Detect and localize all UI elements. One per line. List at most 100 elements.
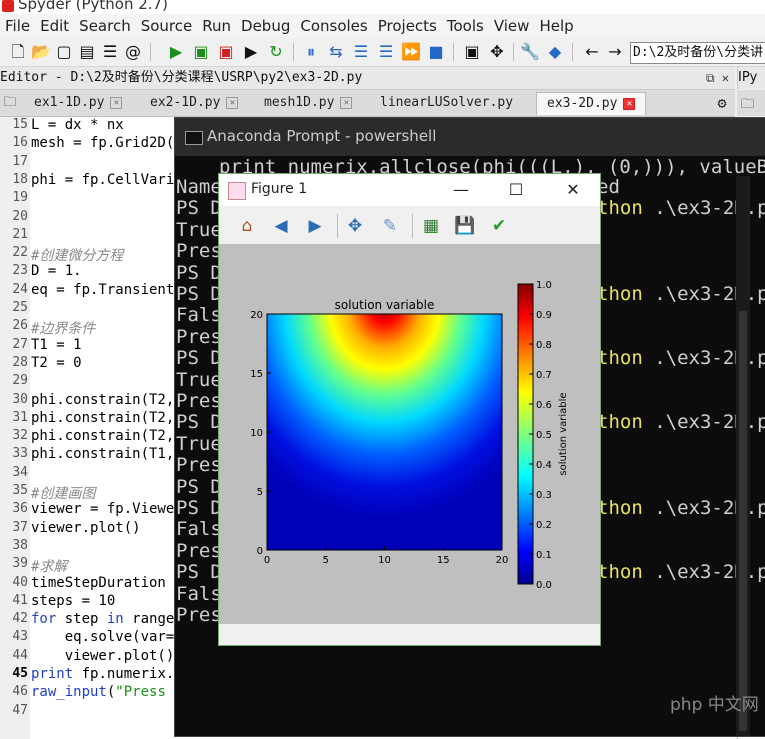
colorbar-tick-label: 0.2 xyxy=(536,520,552,531)
save-figure-icon[interactable]: 💾 xyxy=(454,215,476,237)
ipython-tab-bar: 🗀 xyxy=(737,90,765,116)
line-number: 25 xyxy=(12,300,28,315)
close-icon[interactable]: ✕ xyxy=(110,96,123,109)
x-tick-label: 15 xyxy=(437,555,450,566)
menu-item-help[interactable]: Help xyxy=(534,14,578,38)
menu-item-edit[interactable]: Edit xyxy=(35,14,74,38)
menu-item-run[interactable]: Run xyxy=(197,14,236,38)
scrollbar-thumb[interactable] xyxy=(739,311,747,731)
tab-ex2-1d[interactable]: ex2-1D.py ✕ xyxy=(150,92,239,114)
ipython-title-text: IPy xyxy=(738,70,758,85)
working-directory-input[interactable]: D:\2及时备份\分类讲 xyxy=(630,42,765,64)
close-icon[interactable]: ✕ xyxy=(623,97,636,110)
close-icon[interactable]: ✕ xyxy=(340,96,353,109)
new-file-icon[interactable]: 🗋 xyxy=(8,42,28,62)
menu-item-file[interactable]: File xyxy=(0,14,35,38)
line-number: 32 xyxy=(12,428,28,444)
console-line: PS D xyxy=(176,197,222,220)
pan-icon[interactable]: ✥ xyxy=(344,215,366,237)
colorbar-tick-label: 0.9 xyxy=(536,310,552,321)
forward-arrow-icon[interactable]: → xyxy=(605,42,625,62)
tab-linearlusolver[interactable]: linearLUSolver.py xyxy=(380,92,513,114)
code-line: steps = 10 xyxy=(31,592,116,609)
console-scrollbar[interactable] xyxy=(736,176,750,736)
run-cell-icon[interactable]: ▣ xyxy=(191,42,211,62)
folder-icon[interactable]: 🗀 xyxy=(741,95,754,117)
zoom-icon[interactable]: ✎ xyxy=(379,215,401,237)
console-line: PS D xyxy=(176,561,222,584)
menu-item-search[interactable]: Search xyxy=(74,14,136,38)
heatmap-plot[interactable]: solution variable 0 5 10 15 20 0 5 10 15 20 0.0 0.1 0… xyxy=(219,244,600,624)
line-number: 41 xyxy=(12,592,28,608)
preferences-icon[interactable]: 🔧 xyxy=(520,42,540,62)
colorbar-label: solution variable xyxy=(558,392,569,475)
back-arrow-icon[interactable]: ← xyxy=(582,42,602,62)
continue-icon[interactable]: ⏩ xyxy=(401,42,421,62)
forward-icon[interactable]: ▶ xyxy=(304,215,326,237)
minimize-icon[interactable]: — xyxy=(447,178,475,202)
save-icon[interactable]: ▢ xyxy=(54,42,74,62)
tab-label: mesh1D.py xyxy=(264,95,335,110)
step-into-icon[interactable]: ☰ xyxy=(351,42,371,62)
console-line: Pres xyxy=(176,539,222,562)
python-path-icon[interactable]: ◆ xyxy=(545,42,565,62)
line-number: 29 xyxy=(12,373,28,389)
menu-item-tools[interactable]: Tools xyxy=(442,14,489,38)
figure-canvas[interactable]: solution variable 0 5 10 15 20 0 5 10 15 20 0.0 0.1 0… xyxy=(219,244,600,624)
main-toolbar: 🗋 📂 ▢ ▤ ☰ @ ▶ ▣ ▣ ▶ ↻ ⏸ ⇆ ☰ ☰ ⏩ ■ ▣ ✥ 🔧 … xyxy=(0,38,765,67)
console-line: Fals xyxy=(176,304,222,327)
run-cell-advance-icon[interactable]: ▣ xyxy=(216,42,236,62)
gear-icon[interactable]: ⚙ xyxy=(712,92,732,114)
open-file-icon[interactable]: 📂 xyxy=(31,42,51,62)
code-line: timeStepDuration xyxy=(31,574,166,591)
step-icon[interactable]: ⇆ xyxy=(326,42,346,62)
tab-ex3-2d[interactable]: ex3-2D.py ✕ xyxy=(536,92,647,115)
close-icon[interactable]: ✕ xyxy=(226,96,239,109)
run-icon[interactable]: ▶ xyxy=(166,42,186,62)
at-icon[interactable]: @ xyxy=(123,42,143,62)
console-line: PS D xyxy=(176,283,222,305)
console-line: Pres xyxy=(176,325,222,348)
code-line: L = dx * nx xyxy=(31,117,124,133)
menu-item-projects[interactable]: Projects xyxy=(373,14,442,38)
colorbar-tick-label: 0.1 xyxy=(536,550,552,561)
rerun-icon[interactable]: ↻ xyxy=(266,42,286,62)
line-number: 28 xyxy=(12,354,28,370)
console-line: PS D xyxy=(176,261,222,284)
stop-debug-icon[interactable]: ■ xyxy=(426,42,446,62)
line-number: 18 xyxy=(12,171,28,187)
list-icon[interactable]: ☰ xyxy=(100,42,120,62)
edit-curve-icon[interactable]: ✔ xyxy=(488,215,510,237)
home-icon[interactable]: ⌂ xyxy=(236,215,258,237)
menu-item-debug[interactable]: Debug xyxy=(236,14,295,38)
menu-item-view[interactable]: View xyxy=(489,14,535,38)
tab-mesh1d[interactable]: mesh1D.py ✕ xyxy=(264,92,353,114)
x-tick-label: 5 xyxy=(323,555,329,566)
menu-item-source[interactable]: Source xyxy=(136,14,198,38)
pane-controls-icon[interactable]: ⧉ ✕ xyxy=(706,67,729,89)
fullscreen-icon[interactable]: ✥ xyxy=(487,42,507,62)
chart-title: solution variable xyxy=(335,298,435,312)
run-selection-icon[interactable]: ▶ xyxy=(241,42,261,62)
code-line: viewer.plot() xyxy=(31,519,141,536)
code-line: T2 = 0 xyxy=(31,354,82,371)
code-line: #边界条件 xyxy=(31,321,96,338)
x-tick-label: 10 xyxy=(378,555,391,566)
menu-item-consoles[interactable]: Consoles xyxy=(295,14,372,38)
close-icon[interactable]: ✕ xyxy=(559,178,587,202)
colorbar-tick-label: 0.8 xyxy=(536,340,552,351)
step-return-icon[interactable]: ☰ xyxy=(376,42,396,62)
tab-ex1-1d[interactable]: ex1-1D.py ✕ xyxy=(34,92,123,114)
back-icon[interactable]: ◀ xyxy=(270,215,292,237)
maximize-icon[interactable]: ☐ xyxy=(502,178,530,202)
configure-subplots-icon[interactable]: ▦ xyxy=(420,215,442,237)
maximize-pane-icon[interactable]: ▣ xyxy=(462,42,482,62)
debug-icon[interactable]: ⏸ xyxy=(301,42,321,62)
save-all-icon[interactable]: ▤ xyxy=(77,42,97,62)
line-number: 27 xyxy=(12,336,28,352)
browse-tabs-icon[interactable]: 🗀 xyxy=(0,92,20,114)
figure-window[interactable]: Figure 1 — ☐ ✕ ⌂ ◀ ▶ ✥ ✎ ▦ 💾 ✔ solution … xyxy=(218,173,601,646)
code-line: #求解 xyxy=(31,559,68,576)
colorbar-tick-label: 0.0 xyxy=(536,580,552,591)
console-line: Pres xyxy=(176,240,222,263)
